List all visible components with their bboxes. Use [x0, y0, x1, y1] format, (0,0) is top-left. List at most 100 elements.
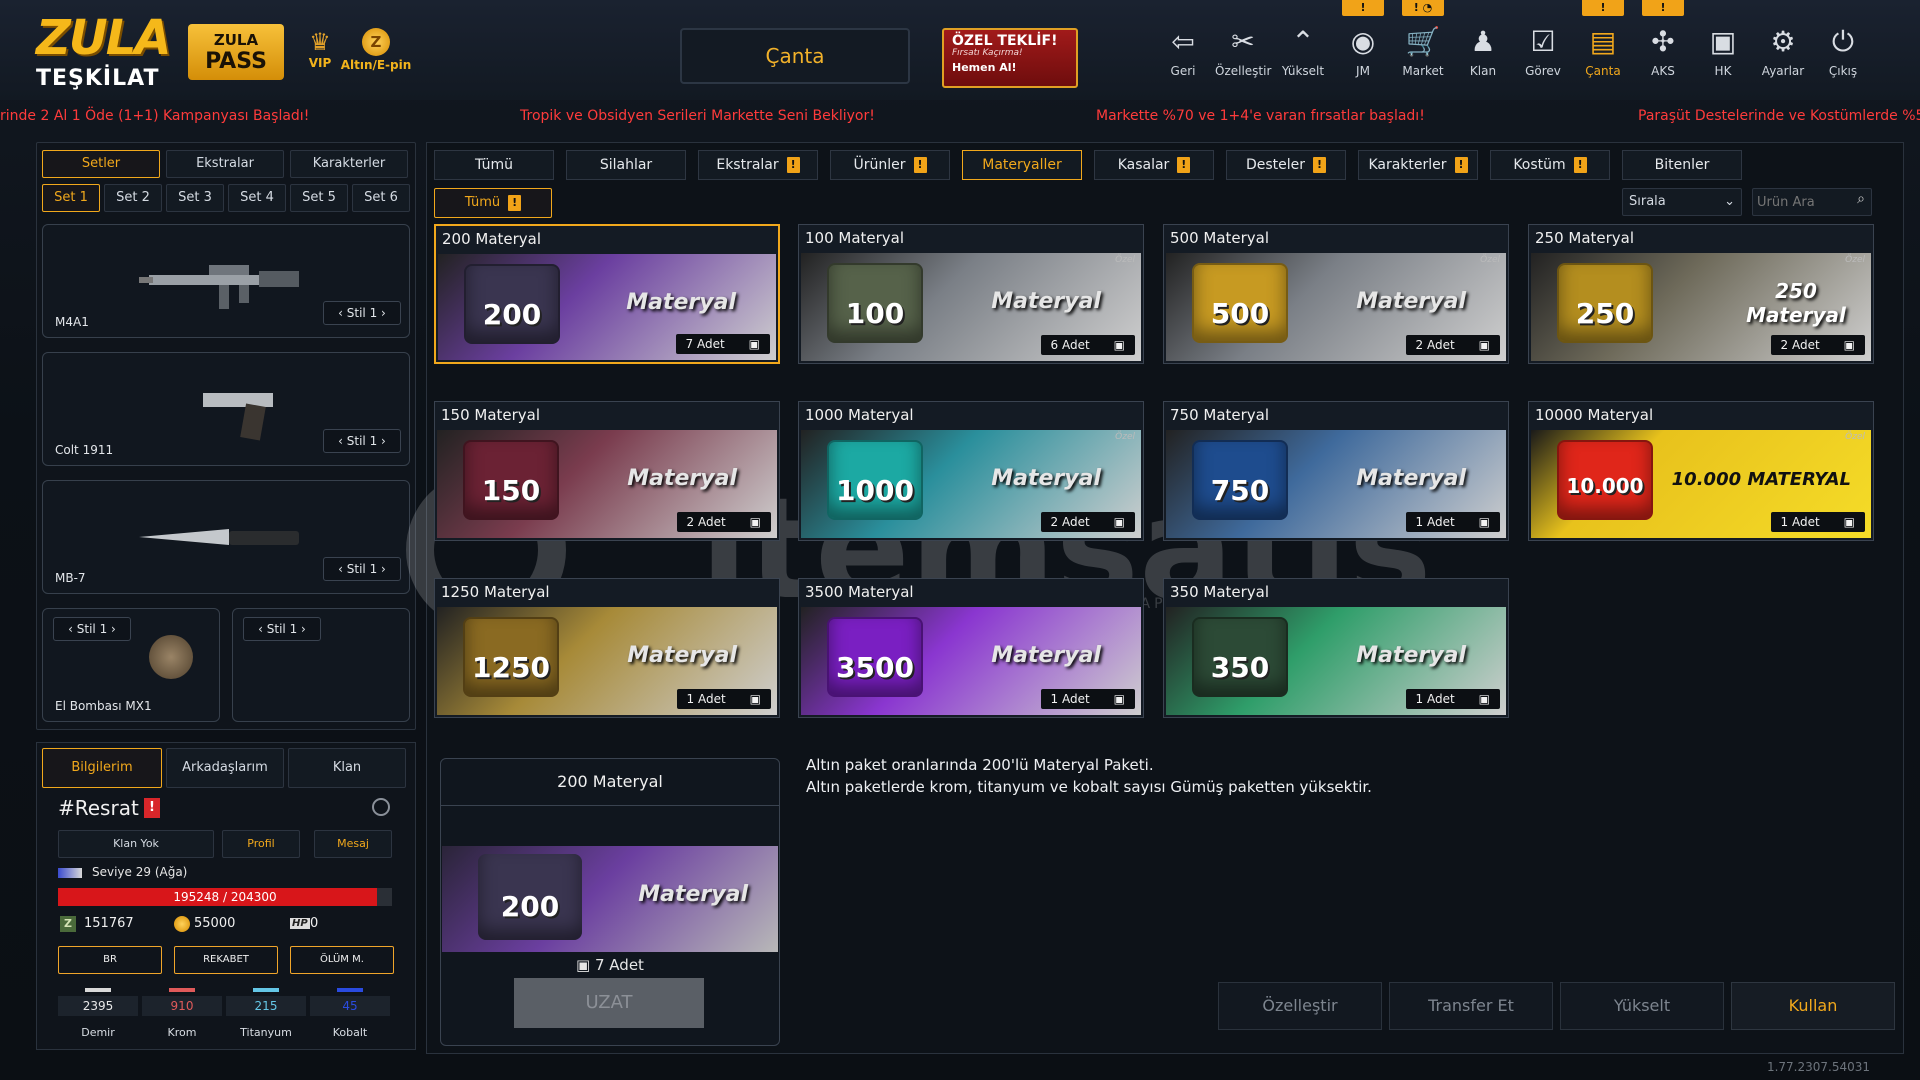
case-number: 750 — [1210, 474, 1270, 507]
set-3-button[interactable]: Set 3 — [166, 184, 224, 212]
material-card[interactable]: 10000 Materyal 10.000 10.000 MATERYAL Özel 1… — [1528, 401, 1874, 541]
detail-count-text: 7 Adet — [595, 956, 644, 974]
set-4-button[interactable]: Set 4 — [228, 184, 286, 212]
style-selector[interactable]: ‹ Stil 1 › — [53, 617, 131, 641]
weapon-slot-primary[interactable]: M4A1 ‹ Stil 1 › — [42, 224, 410, 338]
weapon-slot-grenade[interactable]: ‹ Stil 1 › El Bombası MX1 — [42, 608, 220, 722]
box-icon: ▣ — [1478, 692, 1490, 706]
item-count-text: 1 Adet — [1050, 692, 1090, 706]
transfer-button[interactable]: Transfer Et — [1389, 982, 1553, 1030]
tab-ürünler[interactable]: Ürünler! — [830, 150, 950, 180]
tab-label: Silahlar — [599, 157, 653, 173]
block-icon[interactable] — [372, 798, 390, 816]
vip-button[interactable]: ♛ VIP — [300, 28, 340, 70]
material-case-icon: 100 — [827, 263, 923, 343]
nav-power[interactable]: ⏻ Çıkış — [1815, 22, 1871, 78]
filter-all-button[interactable]: Tümü! — [434, 188, 552, 218]
search-input[interactable] — [1757, 192, 1847, 212]
nav-exit[interactable]: ⇦ Geri — [1155, 22, 1211, 78]
customize-button[interactable]: Özelleştir — [1218, 982, 1382, 1030]
special-tag: Özel — [1480, 255, 1500, 265]
nav-clipboard[interactable]: ☑ Görev — [1515, 22, 1571, 78]
tab-ekstralar[interactable]: Ekstralar — [166, 150, 284, 178]
tab-karakterler[interactable]: Karakterler — [290, 150, 408, 178]
material-card[interactable]: 350 Materyal 350 Materyal 1 Adet ▣ — [1163, 578, 1509, 718]
set-1-button[interactable]: Set 1 — [42, 184, 100, 212]
tab-kasalar[interactable]: Kasalar! — [1094, 150, 1214, 180]
nav-coins[interactable]: ◉ JM — [1335, 22, 1391, 78]
medal-label: BR — [103, 954, 117, 965]
sort-dropdown[interactable]: Sırala ⌄ — [1622, 188, 1742, 216]
material-card[interactable]: 3500 Materyal 3500 Materyal 1 Adet ▣ — [798, 578, 1144, 718]
nav-cart[interactable]: 🛒 Market — [1395, 22, 1451, 78]
gold-epin-button[interactable]: Z Altın/E-pin — [340, 28, 412, 72]
warning-icon: ! — [786, 157, 800, 173]
tab-klan[interactable]: Klan — [288, 748, 406, 788]
zula-pass-button[interactable]: ZULA PASS — [188, 24, 284, 80]
gold-value: 55000 — [194, 916, 236, 931]
tab-arkadaslarim[interactable]: Arkadaşlarım — [166, 748, 284, 788]
style-selector[interactable]: ‹ Stil 1 › — [323, 429, 401, 453]
nav-clan[interactable]: ♟ Klan — [1455, 22, 1511, 78]
nav-wallet[interactable]: ▣ HK — [1695, 22, 1751, 78]
search-field[interactable]: ⌕ — [1752, 188, 1872, 216]
profile-button[interactable]: Profil — [222, 830, 300, 858]
case-number: 3500 — [836, 651, 914, 684]
tab-kostüm[interactable]: Kostüm! — [1490, 150, 1610, 180]
upgrade-button[interactable]: Yükselt — [1560, 982, 1724, 1030]
material-case-icon: 250 — [1557, 263, 1653, 343]
nav-gear[interactable]: ⚙ Ayarlar — [1755, 22, 1811, 78]
nav-label: Ayarlar — [1761, 64, 1805, 78]
tab-ekstralar[interactable]: Ekstralar! — [698, 150, 818, 180]
material-case-icon: 750 — [1192, 440, 1288, 520]
nav-bag[interactable]: ▤ Çanta — [1575, 22, 1631, 78]
special-offer-banner[interactable]: ÖZEL TEKLİF! Fırsatı Kaçırma! Hemen Al! — [942, 28, 1078, 88]
weapon-slot-melee[interactable]: MB-7 ‹ Stil 1 › — [42, 480, 410, 594]
nav-network[interactable]: ✣ AKS — [1635, 22, 1691, 78]
set-2-button[interactable]: Set 2 — [104, 184, 162, 212]
materyal-label: Materyal — [991, 289, 1101, 314]
tab-materyaller[interactable]: Materyaller — [962, 150, 1082, 180]
box-icon: ▣ — [1843, 515, 1855, 529]
medal-label: ÖLÜM M. — [320, 954, 364, 965]
set-6-button[interactable]: Set 6 — [352, 184, 410, 212]
player-name: #Resrat — [58, 796, 139, 820]
case-number: 1000 — [836, 474, 914, 507]
tab-karakterler[interactable]: Karakterler! — [1358, 150, 1478, 180]
nav-tools[interactable]: ✂ Özelleştir — [1215, 22, 1271, 78]
material-card[interactable]: 1250 Materyal 1250 Materyal 1 Adet ▣ — [434, 578, 780, 718]
set-5-button[interactable]: Set 5 — [290, 184, 348, 212]
rekabet-medal-button[interactable]: REKABET — [174, 946, 278, 974]
tab-label: Kostüm — [1513, 157, 1566, 173]
weapon-slot-secondary[interactable]: Colt 1911 ‹ Stil 1 › — [42, 352, 410, 466]
material-card[interactable]: 750 Materyal 750 Materyal 1 Adet ▣ — [1163, 401, 1509, 541]
material-card[interactable]: 1000 Materyal 1000 Materyal Özel 2 Adet ▣ — [798, 401, 1144, 541]
material-card[interactable]: 250 Materyal 250 250 Materyal Özel 2 Adet ▣ — [1528, 224, 1874, 364]
weapon-slot-extra[interactable]: ‹ Stil 1 › — [232, 608, 410, 722]
material-card[interactable]: 200 Materyal 200 Materyal 7 Adet ▣ — [434, 224, 780, 364]
material-label: Kobalt — [332, 1026, 368, 1039]
tab-bitenler[interactable]: Bitenler — [1622, 150, 1742, 180]
style-selector[interactable]: ‹ Stil 1 › — [323, 557, 401, 581]
olum-medal-button[interactable]: ÖLÜM M. — [290, 946, 394, 974]
item-count: 2 Adet ▣ — [676, 512, 771, 532]
material-card[interactable]: 150 Materyal 150 Materyal 2 Adet ▣ — [434, 401, 780, 541]
extend-button[interactable]: UZAT — [514, 978, 704, 1028]
tab-silahlar[interactable]: Silahlar — [566, 150, 686, 180]
materyal-label: Materyal — [1356, 289, 1466, 314]
card-title: 100 Materyal — [805, 229, 905, 247]
br-medal-button[interactable]: BR — [58, 946, 162, 974]
tab-bilgilerim[interactable]: Bilgilerim — [42, 748, 162, 788]
tab-desteler[interactable]: Desteler! — [1226, 150, 1346, 180]
nav-rank-up[interactable]: ⌃ Yükselt — [1275, 22, 1331, 78]
message-button[interactable]: Mesaj — [314, 830, 392, 858]
special-tag: Özel — [1845, 432, 1865, 442]
material-card[interactable]: 100 Materyal 100 Materyal Özel 6 Adet ▣ — [798, 224, 1144, 364]
tab-tümü[interactable]: Tümü — [434, 150, 554, 180]
style-selector[interactable]: ‹ Stil 1 › — [323, 301, 401, 325]
style-selector[interactable]: ‹ Stil 1 › — [243, 617, 321, 641]
tab-setler[interactable]: Setler — [42, 150, 160, 178]
tab-label: Tümü — [474, 157, 513, 173]
use-button[interactable]: Kullan — [1731, 982, 1895, 1030]
material-card[interactable]: 500 Materyal 500 Materyal Özel 2 Adet ▣ — [1163, 224, 1509, 364]
